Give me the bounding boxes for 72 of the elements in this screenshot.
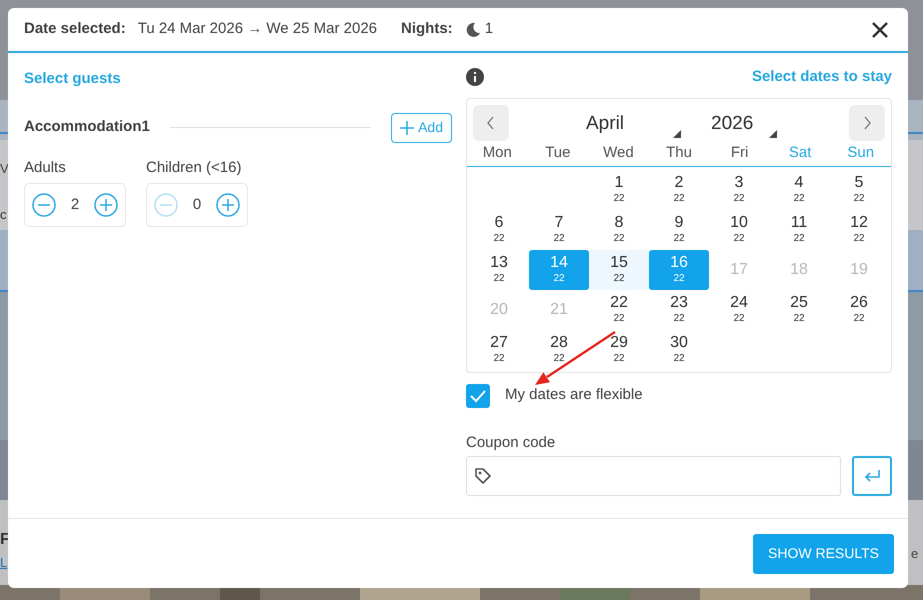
calendar-day[interactable]: 4 22 <box>769 170 829 210</box>
calendar-day[interactable]: 23 22 <box>649 290 709 330</box>
calendar-day[interactable]: 5 22 <box>829 170 889 210</box>
counter-value: 2 <box>70 194 80 215</box>
weekday-label: Wed <box>602 142 635 163</box>
minus-icon[interactable] <box>32 193 56 217</box>
coupon-field[interactable] <box>466 456 841 496</box>
calendar-day[interactable]: 10 22 <box>709 210 769 250</box>
calendar-day[interactable]: 25 22 <box>769 290 829 330</box>
date-selected-label: Date selected: <box>24 19 126 40</box>
calendar-day[interactable]: 22 22 <box>589 290 649 330</box>
checkbox[interactable] <box>466 384 490 408</box>
calendar-day[interactable]: 3 22 <box>709 170 769 210</box>
dropdown-triangle-icon <box>769 130 777 138</box>
chevron-right-icon <box>862 116 872 130</box>
plus-icon[interactable] <box>94 193 118 217</box>
weekday-label: Mon <box>482 142 513 163</box>
section-title: Select guests <box>24 69 122 89</box>
weekday-label: Fri <box>730 142 750 163</box>
counter-label: Adults <box>24 158 67 178</box>
counter-label: Children (<16) <box>146 158 242 178</box>
background-text: V <box>0 162 9 175</box>
calendar-day[interactable]: 11 22 <box>769 210 829 250</box>
calendar-day: 17 <box>709 250 769 290</box>
tag-icon <box>474 467 492 485</box>
calendar-day[interactable]: 26 22 <box>829 290 889 330</box>
calendar-day: 20 <box>469 290 529 330</box>
plus-icon[interactable] <box>216 193 240 217</box>
selected-dates: Tu 24 Mar 2026 → We 25 Mar 2026 <box>138 19 378 40</box>
calendar-day: 18 <box>769 250 829 290</box>
close-icon[interactable] <box>872 22 888 38</box>
calendar-day: 19 <box>829 250 889 290</box>
field-label: Coupon code <box>466 432 556 452</box>
calendar-day[interactable]: 1 22 <box>589 170 649 210</box>
weekday-label: Sat <box>788 142 812 163</box>
calendar-day[interactable]: 29 22 <box>589 330 649 370</box>
calendar-day[interactable]: 27 22 <box>469 330 529 370</box>
counter-value: 0 <box>192 194 202 215</box>
info-icon[interactable] <box>466 68 484 86</box>
section-title: Select dates to stay <box>752 67 892 87</box>
year-dropdown[interactable]: 2026 <box>711 104 777 140</box>
nights-label: Nights: <box>401 19 453 40</box>
month-dropdown[interactable]: April <box>586 104 689 140</box>
background-text: c <box>0 208 6 221</box>
enter-icon <box>863 469 881 483</box>
calendar-day[interactable]: 9 22 <box>649 210 709 250</box>
dropdown-triangle-icon <box>673 130 681 138</box>
chevron-left-icon <box>486 116 496 130</box>
calendar-day[interactable]: 13 22 <box>469 250 529 290</box>
nights-count: 1 <box>484 19 494 40</box>
next-month-button[interactable] <box>849 104 885 140</box>
previous-month-button[interactable] <box>473 104 509 140</box>
calendar-day[interactable]: 8 22 <box>589 210 649 250</box>
weekday-label: Thu <box>665 142 693 163</box>
calendar-day: 21 <box>529 290 589 330</box>
apply-coupon-button[interactable] <box>852 456 892 496</box>
calendar-day[interactable]: 28 22 <box>529 330 589 370</box>
calendar-day[interactable]: 24 22 <box>709 290 769 330</box>
calendar-day[interactable]: 2 22 <box>649 170 709 210</box>
calendar-day[interactable]: 30 22 <box>649 330 709 370</box>
check-icon <box>470 388 486 402</box>
checkbox-label[interactable]: My dates are flexible <box>505 384 643 407</box>
background-text: e <box>911 547 918 560</box>
weekday-label: Sun <box>846 142 876 163</box>
calendar-day[interactable]: 7 22 <box>529 210 589 250</box>
moon-icon <box>464 22 481 38</box>
calendar-day[interactable]: 6 22 <box>469 210 529 250</box>
calendar-day[interactable]: 12 22 <box>829 210 889 250</box>
accommodation-name: Accommodation1 <box>24 117 150 138</box>
weekday-label: Tue <box>544 142 572 163</box>
plus-icon <box>400 120 414 134</box>
calendar-day[interactable]: 15 22 <box>589 250 649 290</box>
